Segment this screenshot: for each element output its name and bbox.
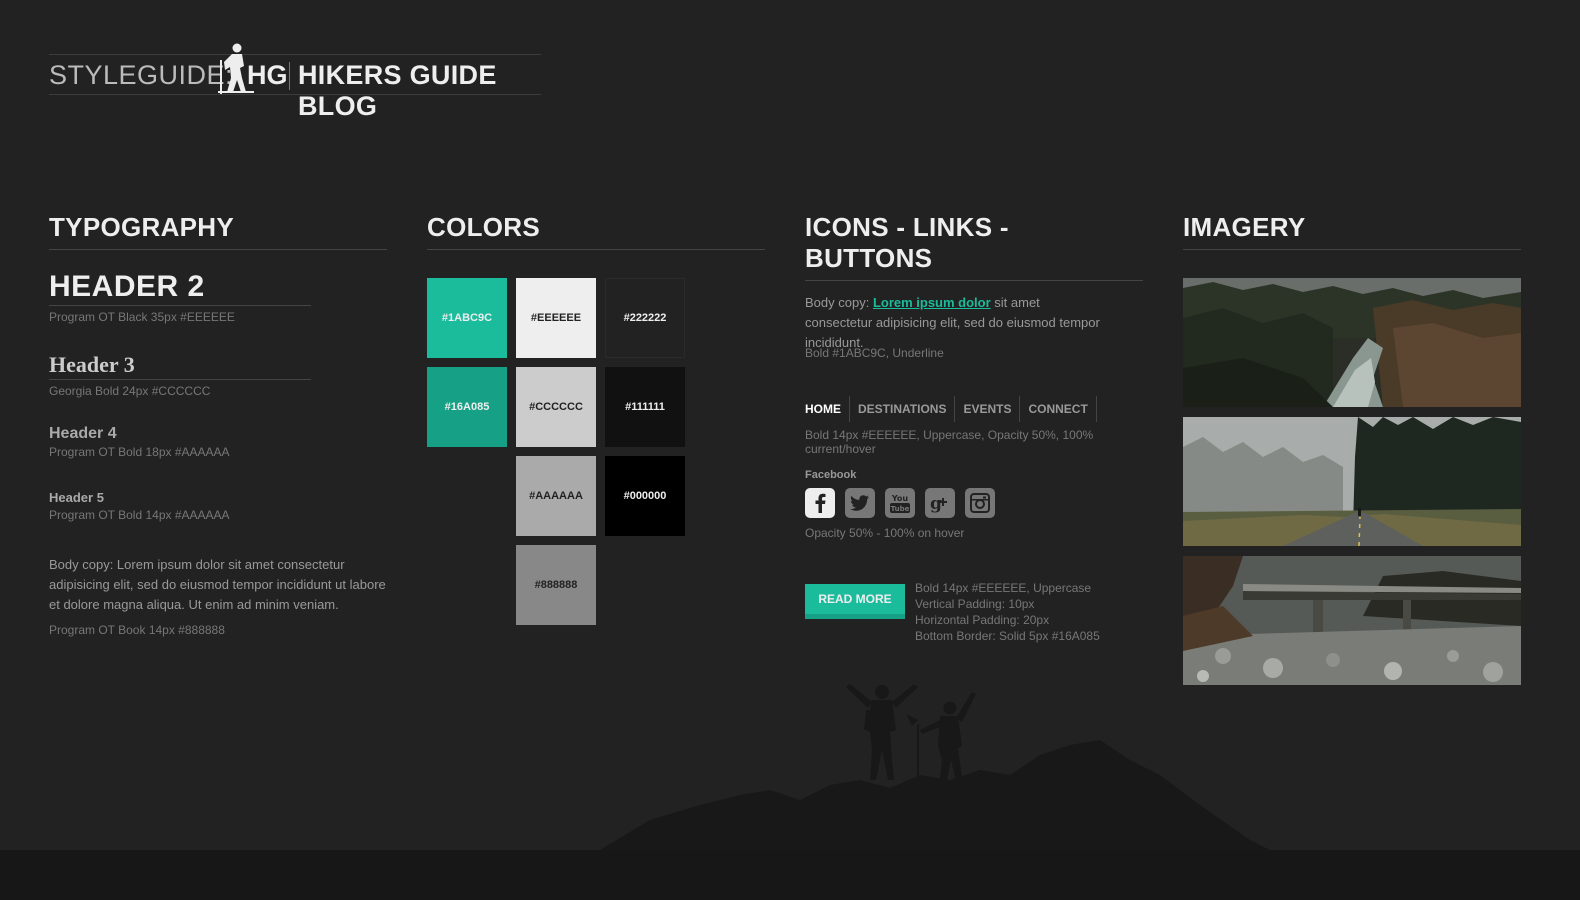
header3-sample: Header 3 (49, 352, 311, 380)
imagery-column: IMAGERY (1183, 212, 1521, 692)
social-hover-label: Facebook (805, 469, 857, 481)
header5-sample: Header 5 (49, 490, 104, 505)
nav-spec: Bold 14px #EEEEEE, Uppercase, Opacity 50… (805, 428, 1094, 456)
icons-links-buttons-heading: ICONS - LINKS - BUTTONS (805, 212, 1143, 281)
color-swatch: #1ABC9C (427, 278, 507, 358)
header2-spec: Program OT Black 35px #EEEEEE (49, 310, 235, 324)
facebook-icon[interactable] (805, 488, 835, 518)
hikers-mountain-silhouette (600, 684, 1270, 850)
color-swatch: #AAAAAA (516, 456, 596, 536)
color-swatch: #111111 (605, 367, 685, 447)
header-rule-top (49, 54, 541, 55)
social-spec: Opacity 50% - 100% on hover (805, 526, 965, 540)
button-spec-line: Horizontal Padding: 20px (915, 613, 1050, 627)
link-example-paragraph: Body copy: Lorem ipsum dolor sit amet co… (805, 293, 1105, 353)
body-spec: Program OT Book 14px #888888 (49, 623, 225, 637)
link-example-prefix: Body copy: (805, 295, 873, 310)
header4-sample-block: Header 4 Program OT Bold 18px #AAAAAA (49, 425, 230, 459)
color-swatch: #CCCCCC (516, 367, 596, 447)
example-link[interactable]: Lorem ipsum dolor (873, 295, 991, 310)
header2-sample-block: HEADER 2 Program OT Black 35px #EEEEEE (49, 270, 311, 324)
read-more-button[interactable]: READ MORE (805, 584, 905, 619)
icons-links-buttons-column: ICONS - LINKS - BUTTONS Body copy: Lorem… (805, 212, 1143, 652)
svg-text:Tube: Tube (891, 505, 910, 513)
nav-item-events[interactable]: EVENTS (955, 396, 1021, 422)
body-copy-sample: Body copy: Lorem ipsum dolor sit amet co… (49, 557, 386, 612)
nav-item-destinations[interactable]: DESTINATIONS (850, 396, 956, 422)
google-plus-icon[interactable]: g (925, 488, 955, 518)
twitter-icon[interactable] (845, 488, 875, 518)
imagery-heading: IMAGERY (1183, 212, 1521, 250)
body-sample-block: Body copy: Lorem ipsum dolor sit amet co… (49, 555, 387, 637)
instagram-icon[interactable] (965, 488, 995, 518)
header2-sample: HEADER 2 (49, 270, 311, 306)
button-spec-line: Vertical Padding: 10px (915, 597, 1035, 611)
color-swatch: #888888 (516, 545, 596, 625)
nav-item-home[interactable]: HOME (805, 396, 850, 422)
svg-text:You: You (891, 494, 909, 503)
youtube-icon[interactable]: You Tube (885, 488, 915, 518)
misty-road-photo (1183, 417, 1521, 546)
header3-sample-block: Header 3 Georgia Bold 24px #CCCCCC (49, 352, 311, 398)
typography-heading: TYPOGRAPHY (49, 212, 387, 250)
colors-heading: COLORS (427, 212, 765, 250)
header5-spec: Program OT Bold 14px #AAAAAA (49, 508, 230, 522)
button-spec-line: Bold 14px #EEEEEE, Uppercase (915, 581, 1092, 595)
svg-text:g: g (930, 494, 942, 513)
nav-item-connect[interactable]: CONNECT (1020, 396, 1097, 422)
bridge-river-photo (1183, 556, 1521, 685)
typography-column: TYPOGRAPHY HEADER 2 Program OT Black 35p… (49, 212, 387, 637)
footer-band (0, 850, 1580, 900)
button-spec-line: Bottom Border: Solid 5px #16A085 (915, 629, 1100, 643)
river-forest-photo (1183, 278, 1521, 407)
styleguide-header: STYLEGUIDE: HG HIKERS GUIDE BLOG (49, 42, 541, 121)
logo-hg-text: HG (247, 60, 288, 90)
header5-sample-block: Header 5 Program OT Bold 14px #AAAAAA (49, 490, 230, 522)
blog-title: HIKERS GUIDE BLOG (298, 60, 497, 121)
color-swatch: #EEEEEE (516, 278, 596, 358)
header-separator (289, 62, 290, 90)
styleguide-label: STYLEGUIDE: (49, 60, 234, 90)
header3-spec: Georgia Bold 24px #CCCCCC (49, 384, 211, 398)
header4-spec: Program OT Bold 18px #AAAAAA (49, 445, 230, 459)
color-swatch: #000000 (605, 456, 685, 536)
header4-sample: Header 4 (49, 425, 117, 442)
nav-example: HOME DESTINATIONS EVENTS CONNECT (805, 396, 1097, 422)
color-swatch: #222222 (605, 278, 685, 358)
button-spec: Bold 14px #EEEEEE, Uppercase Vertical Pa… (915, 580, 1100, 644)
colors-column: COLORS #1ABC9C #EEEEEE #222222 #16A085 #CCCC… (427, 212, 765, 632)
color-swatch: #16A085 (427, 367, 507, 447)
link-spec: Bold #1ABC9C, Underline (805, 346, 944, 360)
